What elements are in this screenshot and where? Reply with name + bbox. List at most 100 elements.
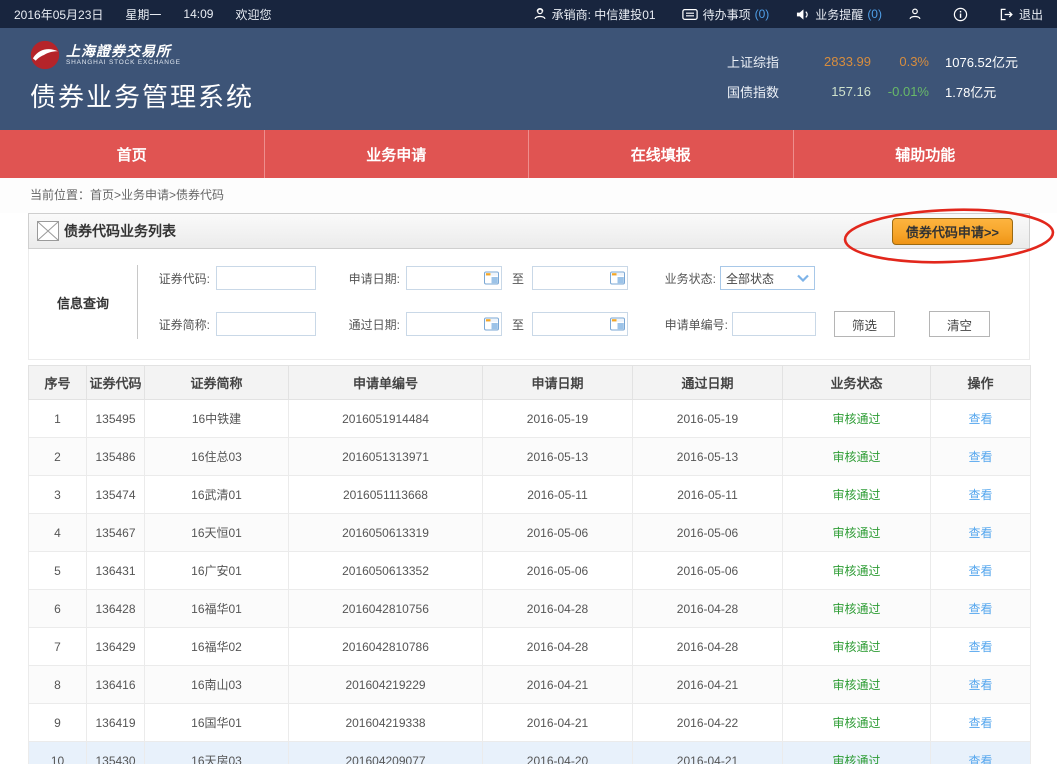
cell-abbr: 16住总03: [144, 437, 289, 476]
business-status-label: 业务状态:: [664, 271, 717, 286]
cell-code: 136429: [86, 627, 145, 666]
cell-status: 审核通过: [782, 551, 931, 590]
cell-action: 查看: [930, 703, 1031, 742]
cell-no: 9: [28, 703, 87, 742]
cell-action: 查看: [930, 741, 1031, 764]
index-value: 2833.99: [824, 54, 871, 69]
cell-status: 审核通过: [782, 399, 931, 438]
table-row: 6 136428 16福华01 2016042810756 2016-04-28 2016…: [28, 589, 1031, 628]
index-row: 上证综指 2833.99 0.3% 1076.52亿元: [727, 52, 1037, 71]
panel-header: 债券代码业务列表 债券代码申请>>: [28, 208, 1055, 264]
nav-tab-4[interactable]: 辅助功能: [792, 130, 1057, 178]
reminder-count: (0): [867, 7, 882, 21]
calendar-icon[interactable]: [610, 271, 626, 285]
nav-tab-3[interactable]: 在线填报: [528, 130, 793, 178]
security-code-label: 证券代码:: [158, 271, 210, 286]
table-row: 8 136416 16南山03 201604219229 2016-04-21 2016-…: [28, 665, 1031, 704]
cell-abbr: 16南山03: [144, 665, 289, 704]
reminder-menu[interactable]: 业务提醒 (0): [795, 6, 882, 23]
cell-apply-date: 2016-05-13: [482, 437, 633, 476]
welcome-text: 欢迎您: [235, 7, 272, 22]
status-badge: 审核通过: [832, 716, 881, 730]
view-link[interactable]: 查看: [968, 678, 992, 692]
cell-pass-date: 2016-04-28: [632, 589, 783, 628]
status-badge: 审核通过: [832, 450, 881, 464]
cell-code: 135430: [86, 741, 145, 764]
cell-pass-date: 2016-05-06: [632, 551, 783, 590]
table-header-cell: 申请日期: [482, 365, 633, 400]
apply-no-input[interactable]: [732, 312, 817, 336]
topbar: 2016年05月23日 星期一 14:09 欢迎您 承销商: 中信建投01 待办…: [0, 0, 1057, 28]
cell-apply-no: 2016051313971: [288, 437, 483, 476]
calendar-icon[interactable]: [484, 271, 499, 285]
index-change: -0.01%: [887, 84, 929, 99]
sse-logo-icon: [30, 40, 60, 70]
business-status-select[interactable]: 全部状态: [720, 266, 816, 290]
content-panel: 债券代码业务列表 债券代码申请>> 信息查询 证券代码: 申请日期: 至 业务状…: [28, 208, 1055, 764]
index-row: 国债指数 157.16 -0.01% 1.78亿元: [727, 82, 1037, 101]
cell-code: 135474: [86, 475, 145, 514]
table-header-cell: 操作: [930, 365, 1031, 400]
calendar-icon[interactable]: [610, 317, 626, 331]
security-code-input[interactable]: [216, 266, 316, 290]
view-link[interactable]: 查看: [968, 412, 992, 426]
cell-abbr: 16中铁建: [144, 399, 289, 438]
view-link[interactable]: 查看: [968, 640, 992, 654]
pass-date-to-field: [532, 312, 629, 336]
view-link[interactable]: 查看: [968, 526, 992, 540]
info-icon[interactable]: [953, 7, 968, 22]
cell-apply-no: 201604219229: [288, 665, 483, 704]
bond-code-apply-button[interactable]: 债券代码申请>>: [891, 218, 1013, 245]
view-link[interactable]: 查看: [968, 716, 992, 730]
table-header-cell: 通过日期: [632, 365, 783, 400]
apply-date-from-field: [406, 266, 502, 290]
cell-status: 审核通过: [782, 475, 931, 514]
view-link[interactable]: 查看: [968, 602, 992, 616]
logout-button[interactable]: 退出: [999, 6, 1043, 23]
cell-apply-date: 2016-04-21: [482, 665, 633, 704]
cell-abbr: 16武清01: [144, 475, 289, 514]
cell-apply-no: 2016051914484: [288, 399, 483, 438]
view-link[interactable]: 查看: [968, 488, 992, 502]
cell-apply-no: 201604219338: [288, 703, 483, 742]
cell-action: 查看: [930, 437, 1031, 476]
bond-code-table: 序号 证券代码 证券简称 申请单编号 申请日期 通过日期 业务状态 操作 1 135495 16中…: [28, 365, 1031, 764]
cell-action: 查看: [930, 627, 1031, 666]
breadcrumb: 当前位置：首页>业务申请>债券代码: [0, 178, 1057, 213]
user-icon[interactable]: [908, 7, 922, 21]
cell-no: 10: [28, 741, 87, 764]
cell-status: 审核通过: [782, 513, 931, 552]
pass-date-label: 通过日期:: [348, 317, 400, 332]
calendar-icon[interactable]: [484, 317, 499, 331]
index-name: 上证综指: [727, 55, 780, 70]
cell-action: 查看: [930, 513, 1031, 552]
table-row: 9 136419 16国华01 201604219338 2016-04-21 2016-…: [28, 703, 1031, 742]
nav-tab-2[interactable]: 业务申请: [263, 130, 529, 178]
query-section-label: 信息查询: [29, 265, 138, 339]
nav-tab-1[interactable]: 首页: [0, 130, 264, 178]
apply-date-to-field: [532, 266, 629, 290]
apply-no-label: 申请单编号:: [664, 317, 729, 332]
filter-button[interactable]: 筛选: [834, 311, 896, 337]
cell-action: 查看: [930, 665, 1031, 704]
security-abbr-input[interactable]: [216, 312, 316, 336]
logout-icon: [999, 8, 1014, 21]
cell-no: 7: [28, 627, 87, 666]
index-name: 国债指数: [727, 85, 780, 100]
range-separator: 至: [512, 317, 525, 332]
clear-button[interactable]: 清空: [929, 311, 991, 337]
filter-row-2: 证券简称: 通过日期: 至 申请单编号: 筛选 清空: [138, 311, 991, 337]
system-title: 债券业务管理系统: [30, 82, 255, 112]
cell-code: 135495: [86, 399, 145, 438]
view-link[interactable]: 查看: [968, 564, 992, 578]
view-link[interactable]: 查看: [968, 754, 992, 764]
view-link[interactable]: 查看: [968, 450, 992, 464]
pass-date-from-field: [406, 312, 502, 336]
main-nav: 首页 业务申请 在线填报 辅助功能: [0, 130, 1057, 178]
todo-menu[interactable]: 待办事项 (0): [681, 6, 769, 23]
cell-apply-date: 2016-05-11: [482, 475, 633, 514]
cell-status: 审核通过: [782, 437, 931, 476]
table-row: 4 135467 16天恒01 2016050613319 2016-05-06 2016…: [28, 513, 1031, 552]
panel-title: 债券代码业务列表: [64, 223, 176, 239]
business-status-value: 全部状态: [726, 271, 775, 286]
